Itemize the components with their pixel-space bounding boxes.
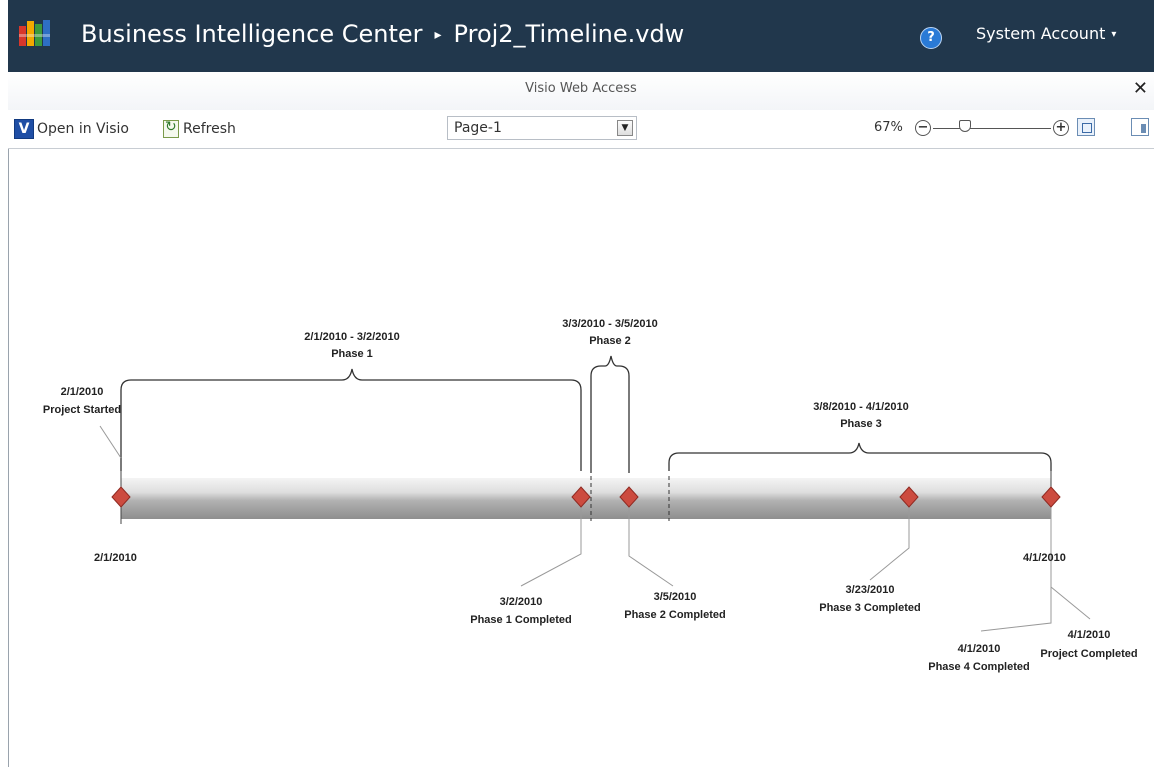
milestone-date: 3/5/2010 — [654, 591, 697, 603]
open-in-visio-label: Open in Visio — [37, 121, 129, 137]
timeline-diagram: 2/1/2010 - 3/2/2010 Phase 1 3/3/2010 - 3… — [43, 318, 1138, 673]
milestone-name: Phase 1 Completed — [470, 614, 571, 626]
milestone-leader-lines — [99, 425, 1091, 632]
page-select-value: Page-1 — [454, 120, 502, 136]
chevron-down-icon: ▾ — [1111, 29, 1117, 40]
phase-3-dates: 3/8/2010 - 4/1/2010 — [813, 401, 908, 413]
milestone-date: 2/1/2010 — [61, 386, 104, 398]
information-pane-icon[interactable] — [1131, 118, 1149, 136]
zoom-level: 67% — [874, 120, 903, 135]
phase-1-brace — [120, 368, 582, 471]
breadcrumb-separator-icon: ▸ — [434, 27, 442, 43]
help-icon[interactable]: ? — [920, 27, 942, 49]
close-icon[interactable]: ✕ — [1133, 78, 1148, 99]
milestone-date: 4/1/2010 — [958, 643, 1001, 655]
phase-3-name: Phase 3 — [840, 418, 882, 430]
visio-icon: V — [14, 119, 34, 139]
phase-2-name: Phase 2 — [589, 335, 631, 347]
title-bar: Business Intelligence Center ▸ Proj2_Timel… — [8, 0, 1154, 72]
account-menu[interactable]: System Account ▾ — [976, 24, 1116, 43]
milestone-name: Phase 2 Completed — [624, 609, 725, 621]
fit-to-window-icon[interactable] — [1077, 118, 1095, 136]
zoom-in-icon[interactable]: + — [1053, 120, 1069, 136]
refresh-button[interactable]: Refresh — [163, 118, 236, 140]
timeline-end-date: 4/1/2010 — [1023, 552, 1066, 564]
phase-2-brace — [590, 355, 630, 473]
open-in-visio-button[interactable]: V Open in Visio — [14, 118, 129, 140]
milestone-name: Phase 4 Completed — [928, 661, 1029, 673]
zoom-slider-track[interactable] — [933, 128, 1051, 129]
page-select[interactable]: Page-1 ▼ — [447, 116, 637, 140]
dropdown-arrow-icon[interactable]: ▼ — [617, 120, 633, 136]
zoom-slider-thumb[interactable] — [959, 120, 971, 132]
milestone-date: 4/1/2010 — [1068, 629, 1111, 641]
sharepoint-logo-icon[interactable] — [18, 18, 52, 48]
webpart-title: Visio Web Access — [525, 81, 637, 96]
refresh-icon — [163, 119, 179, 138]
phase-3-brace — [668, 442, 1052, 471]
phase-2-dates: 3/3/2010 - 3/5/2010 — [562, 318, 657, 330]
breadcrumb-document-name: Proj2_Timeline.vdw — [453, 20, 685, 48]
breadcrumb-site-link[interactable]: Business Intelligence Center — [81, 20, 423, 48]
zoom-out-icon[interactable]: − — [915, 120, 931, 136]
refresh-label: Refresh — [183, 121, 236, 137]
milestone-name: Project Completed — [1040, 648, 1137, 660]
phase-1-name: Phase 1 — [331, 348, 373, 360]
timeline-start-date: 2/1/2010 — [94, 552, 137, 564]
milestone-date: 3/2/2010 — [500, 596, 543, 608]
phase-1-dates: 2/1/2010 - 3/2/2010 — [304, 331, 399, 343]
drawing-canvas[interactable]: 2/1/2010 - 3/2/2010 Phase 1 3/3/2010 - 3… — [8, 149, 1155, 767]
milestone-name: Project Started — [43, 404, 121, 416]
webpart-title-bar: Visio Web Access ✕ — [8, 72, 1154, 110]
milestone-date: 3/23/2010 — [846, 584, 895, 596]
visio-toolbar: V Open in Visio Refresh Page-1 ▼ 67% − + — [8, 110, 1154, 149]
breadcrumb: Business Intelligence Center ▸ Proj2_Timel… — [81, 14, 684, 54]
milestone-name: Phase 3 Completed — [819, 602, 920, 614]
account-name: System Account — [976, 24, 1106, 43]
